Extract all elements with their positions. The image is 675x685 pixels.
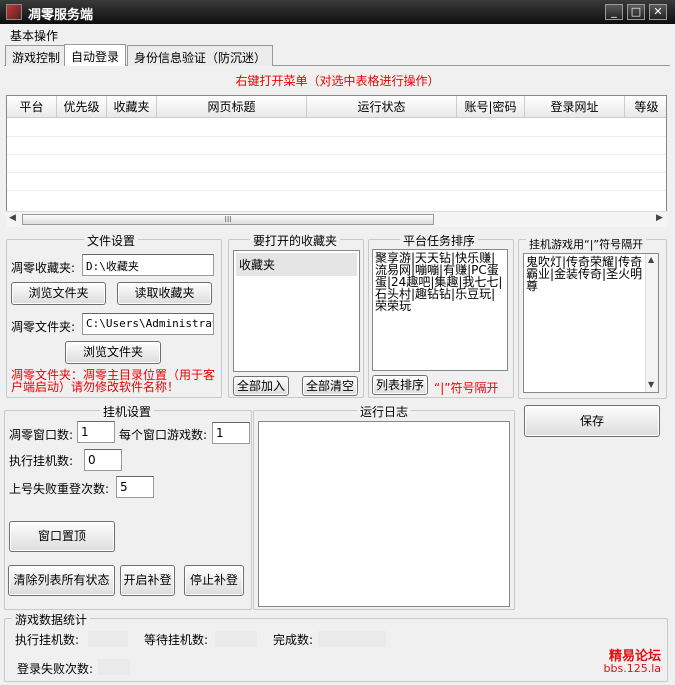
menu-basic-ops[interactable]: 基本操作: [10, 27, 58, 44]
separator-note: “|”符号隔开: [434, 381, 499, 395]
start-fill-login-button[interactable]: 开启补登: [120, 565, 175, 596]
run-log-title: 运行日志: [357, 403, 412, 420]
login-fail-count-value: [98, 659, 130, 675]
account-table[interactable]: 平台 优先级 收藏夹 网页标题 运行状态 账号|密码 登录网址 等级: [6, 95, 667, 227]
window-count-input[interactable]: 1: [77, 421, 115, 443]
done-count-value: [318, 631, 386, 647]
tab-game-control[interactable]: 游戏控制: [5, 45, 68, 66]
exec-hang-input[interactable]: 0: [84, 449, 122, 471]
login-fail-count-label: 登录失败次数:: [17, 662, 94, 676]
fav-open-list[interactable]: 收藏夹: [233, 250, 360, 372]
games-per-window-input[interactable]: 1: [212, 422, 250, 444]
add-all-button[interactable]: 全部加入: [233, 376, 289, 396]
executing-count-label: 执行挂机数:: [15, 633, 80, 647]
exec-hang-label: 执行挂机数:: [9, 454, 74, 468]
file-folder-input[interactable]: C:\Users\Administrato: [82, 313, 214, 335]
waiting-count-value: [215, 631, 257, 647]
col-level[interactable]: 等级: [625, 96, 666, 118]
table-gridline: [7, 154, 666, 155]
table-header: 平台 优先级 收藏夹 网页标题 运行状态 账号|密码 登录网址 等级: [7, 96, 666, 118]
list-sort-button[interactable]: 列表排序: [372, 375, 428, 395]
app-icon: [6, 4, 22, 20]
tab-identity-verify[interactable]: 身份信息验证（防沉迷）: [127, 45, 274, 66]
watermark-url: bbs.125.la: [603, 662, 661, 675]
col-favorites[interactable]: 收藏夹: [107, 96, 157, 118]
table-horizontal-scrollbar[interactable]: ◀ III ▶: [6, 211, 667, 227]
table-gridline: [7, 190, 666, 191]
retry-count-label: 上号失败重登次数:: [9, 482, 110, 496]
col-login-url[interactable]: 登录网址: [525, 96, 625, 118]
table-gridline: [7, 136, 666, 137]
scroll-left-icon[interactable]: ◀: [9, 213, 16, 223]
tab-auto-login[interactable]: 自动登录: [64, 44, 127, 66]
scroll-up-icon[interactable]: ▲: [648, 255, 654, 264]
stop-fill-login-button[interactable]: 停止补登: [184, 565, 244, 596]
col-account-password[interactable]: 账号|密码: [457, 96, 525, 118]
context-menu-hint: 右键打开菜单（对选中表格进行操作）: [235, 74, 440, 88]
close-button[interactable]: ✕: [649, 4, 667, 20]
file-folder-label: 凋零文件夹:: [11, 320, 76, 334]
minimize-button[interactable]: _: [605, 4, 623, 20]
read-favorites-button[interactable]: 读取收藏夹: [117, 282, 212, 305]
title-bar: [0, 0, 675, 24]
menu-bar: [0, 24, 675, 44]
col-run-status[interactable]: 运行状态: [307, 96, 457, 118]
platform-sort-textarea[interactable]: 聚享游|天天钻|快乐赚|流易网|嘣嘣|有赚|PC蛋蛋|24趣吧|集趣|我七七|石…: [372, 249, 508, 371]
scroll-thumb[interactable]: III: [22, 214, 434, 225]
scroll-down-icon[interactable]: ▼: [648, 380, 654, 389]
maximize-button[interactable]: □: [627, 4, 645, 20]
browse-folder-button[interactable]: 浏览文件夹: [11, 282, 106, 305]
col-priority[interactable]: 优先级: [57, 96, 107, 118]
file-settings-title: 文件设置: [84, 232, 139, 249]
hang-games-textarea[interactable]: 鬼吹灯|传奇荣耀|传奇霸业|金装传奇|圣火明尊: [523, 253, 659, 393]
waiting-count-label: 等待挂机数:: [144, 633, 209, 647]
games-per-window-label: 每个窗口游戏数:: [119, 428, 208, 442]
fav-folder-label: 凋零收藏夹:: [11, 261, 76, 275]
hang-games-scrollbar[interactable]: ▲ ▼: [645, 254, 658, 392]
file-folder-warning: 凋零文件夹：凋零主目录位置（用于客户端启动）请勿修改软件名称！: [11, 368, 216, 394]
pin-window-button[interactable]: 窗口置顶: [9, 521, 115, 552]
table-gridline: [7, 172, 666, 173]
stats-title: 游戏数据统计: [12, 611, 91, 628]
fav-folder-input[interactable]: D:\收藏夹: [82, 254, 214, 276]
hang-settings-title: 挂机设置: [100, 403, 155, 420]
col-page-title[interactable]: 网页标题: [157, 96, 307, 118]
browse-file-button[interactable]: 浏览文件夹: [65, 341, 161, 364]
col-platform[interactable]: 平台: [7, 96, 57, 118]
list-item[interactable]: 收藏夹: [236, 253, 357, 276]
run-log-textarea[interactable]: [258, 421, 510, 607]
clear-status-button[interactable]: 清除列表所有状态: [8, 565, 115, 596]
fav-open-title: 要打开的收藏夹: [250, 232, 341, 249]
clear-all-button[interactable]: 全部清空: [302, 376, 358, 396]
platform-sort-title: 平台任务排序: [400, 232, 479, 249]
hang-games-title: 挂机游戏用“|”符号隔开: [526, 236, 647, 252]
executing-count-value: [88, 631, 128, 647]
done-count-label: 完成数:: [273, 633, 314, 647]
window-count-label: 凋零窗口数:: [9, 428, 74, 442]
scroll-right-icon[interactable]: ▶: [656, 213, 663, 223]
retry-count-input[interactable]: 5: [116, 476, 154, 498]
window-title: 凋零服务端: [28, 8, 94, 23]
save-button[interactable]: 保存: [524, 405, 660, 437]
